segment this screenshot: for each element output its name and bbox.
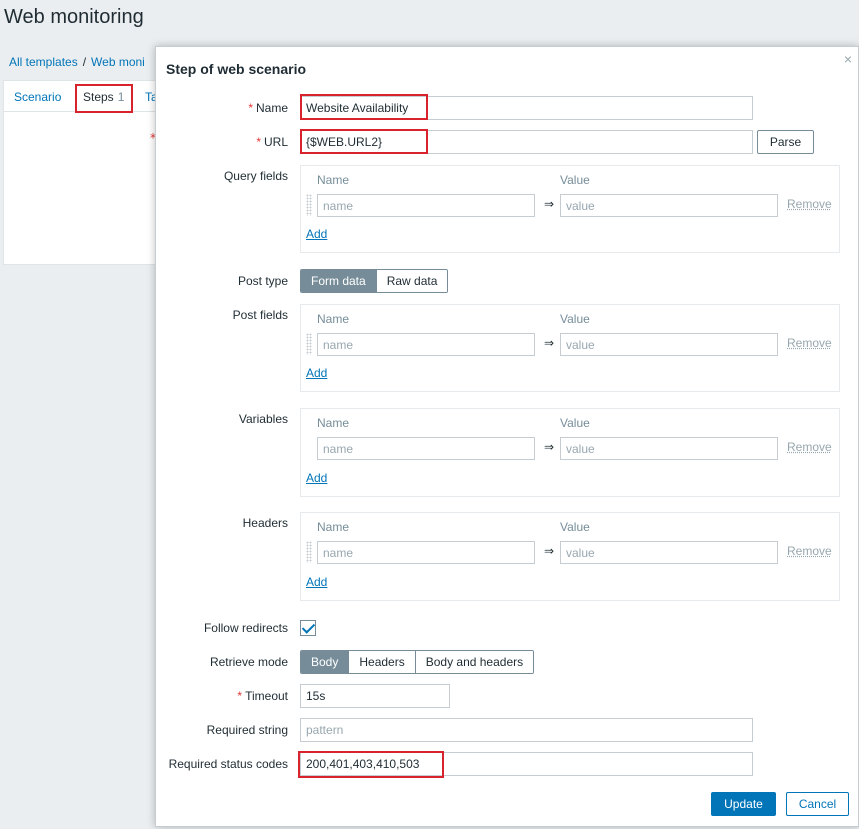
tab-bar: Scenario Steps 1 Ta <box>3 82 173 112</box>
query-fields-label: Query fields <box>223 169 288 183</box>
name-input[interactable]: Website Availability <box>300 96 753 120</box>
name-label: * Name <box>248 101 288 115</box>
retrieve-mode-toggle: Body Headers Body and headers <box>300 650 535 674</box>
post-type-label: Post type <box>237 274 288 288</box>
headers-table: Name Value name ⇒ value Remove Add <box>300 512 840 601</box>
breadcrumb: All templates / Web moni <box>9 55 145 69</box>
retrieve-mode-headers[interactable]: Headers <box>348 651 415 673</box>
required-status-codes-input[interactable]: 200,401,403,410,503 <box>300 752 753 776</box>
required-string-label: Required string <box>206 723 288 737</box>
tab-scenario[interactable]: Scenario <box>14 90 61 104</box>
post-add-link[interactable]: Add <box>306 366 327 380</box>
hdr-value-input[interactable]: value <box>560 541 778 564</box>
var-add-link[interactable]: Add <box>306 471 327 485</box>
step-dialog: Step of web scenario × * Name Website Ava… <box>155 46 859 827</box>
follow-redirects-checkbox[interactable] <box>300 620 316 636</box>
query-remove-link[interactable]: Remove <box>787 197 832 211</box>
query-col-value: Value <box>560 173 590 187</box>
tab-steps-count: 1 <box>117 90 125 104</box>
hdr-add-link[interactable]: Add <box>306 575 327 589</box>
post-fields-label: Post fields <box>232 308 288 322</box>
query-add-link[interactable]: Add <box>306 227 327 241</box>
post-fields-table: Name Value name ⇒ value Remove Add <box>300 304 840 392</box>
query-col-name: Name <box>317 173 350 187</box>
hdr-col-value: Value <box>560 520 590 534</box>
hdr-col-name: Name <box>317 520 350 534</box>
breadcrumb-web-monitoring[interactable]: Web moni <box>91 55 145 69</box>
headers-label: Headers <box>242 516 288 530</box>
follow-redirects-label: Follow redirects <box>203 621 288 635</box>
var-name-input[interactable]: name <box>317 437 535 460</box>
var-col-value: Value <box>560 416 590 430</box>
arrow-icon: ⇒ <box>544 197 555 211</box>
active-tab-underline <box>75 111 133 113</box>
post-col-name: Name <box>317 312 350 326</box>
tab-steps-label: Steps <box>83 90 114 104</box>
post-type-raw-data[interactable]: Raw data <box>375 270 448 292</box>
arrow-icon: ⇒ <box>544 336 555 350</box>
required-status-codes-label: Required status codes <box>168 757 288 771</box>
post-remove-link[interactable]: Remove <box>787 336 832 350</box>
arrow-icon: ⇒ <box>544 440 555 454</box>
post-value-input[interactable]: value <box>560 333 778 356</box>
drag-handle-icon[interactable] <box>306 541 312 563</box>
parse-button[interactable]: Parse <box>757 130 814 154</box>
dialog-title: Step of web scenario <box>166 61 307 77</box>
hdr-name-input[interactable]: name <box>317 541 535 564</box>
url-label: * URL <box>256 135 288 149</box>
close-icon[interactable]: × <box>844 51 852 67</box>
drag-handle-icon[interactable] <box>306 333 312 355</box>
variables-label: Variables <box>238 412 288 426</box>
post-type-form-data[interactable]: Form data <box>301 270 376 292</box>
update-button[interactable]: Update <box>711 792 776 816</box>
post-name-input[interactable]: name <box>317 333 535 356</box>
hdr-remove-link[interactable]: Remove <box>787 544 832 558</box>
arrow-icon: ⇒ <box>544 544 555 558</box>
tab-steps[interactable]: Steps 1 <box>83 90 124 104</box>
post-type-toggle: Form data Raw data <box>300 269 449 293</box>
var-remove-link[interactable]: Remove <box>787 440 832 454</box>
query-value-input[interactable]: value <box>560 194 778 217</box>
timeout-label: * Timeout <box>237 689 288 703</box>
cancel-button[interactable]: Cancel <box>786 792 849 816</box>
drag-handle-icon[interactable] <box>306 194 312 216</box>
url-input[interactable]: {$WEB.URL2} <box>300 130 753 154</box>
query-fields-table: Name Value name ⇒ value Remove Add <box>300 165 840 253</box>
retrieve-mode-body-and-headers[interactable]: Body and headers <box>414 651 534 673</box>
retrieve-mode-label: Retrieve mode <box>209 655 288 669</box>
breadcrumb-all-templates[interactable]: All templates <box>9 55 78 69</box>
required-string-input[interactable]: pattern <box>300 718 753 742</box>
timeout-input[interactable]: 15s <box>300 684 450 708</box>
var-col-name: Name <box>317 416 350 430</box>
retrieve-mode-body[interactable]: Body <box>301 651 349 673</box>
query-name-input[interactable]: name <box>317 194 535 217</box>
page-title: Web monitoring <box>4 6 144 28</box>
var-value-input[interactable]: value <box>560 437 778 460</box>
variables-table: Name Value name ⇒ value Remove Add <box>300 408 840 497</box>
post-col-value: Value <box>560 312 590 326</box>
